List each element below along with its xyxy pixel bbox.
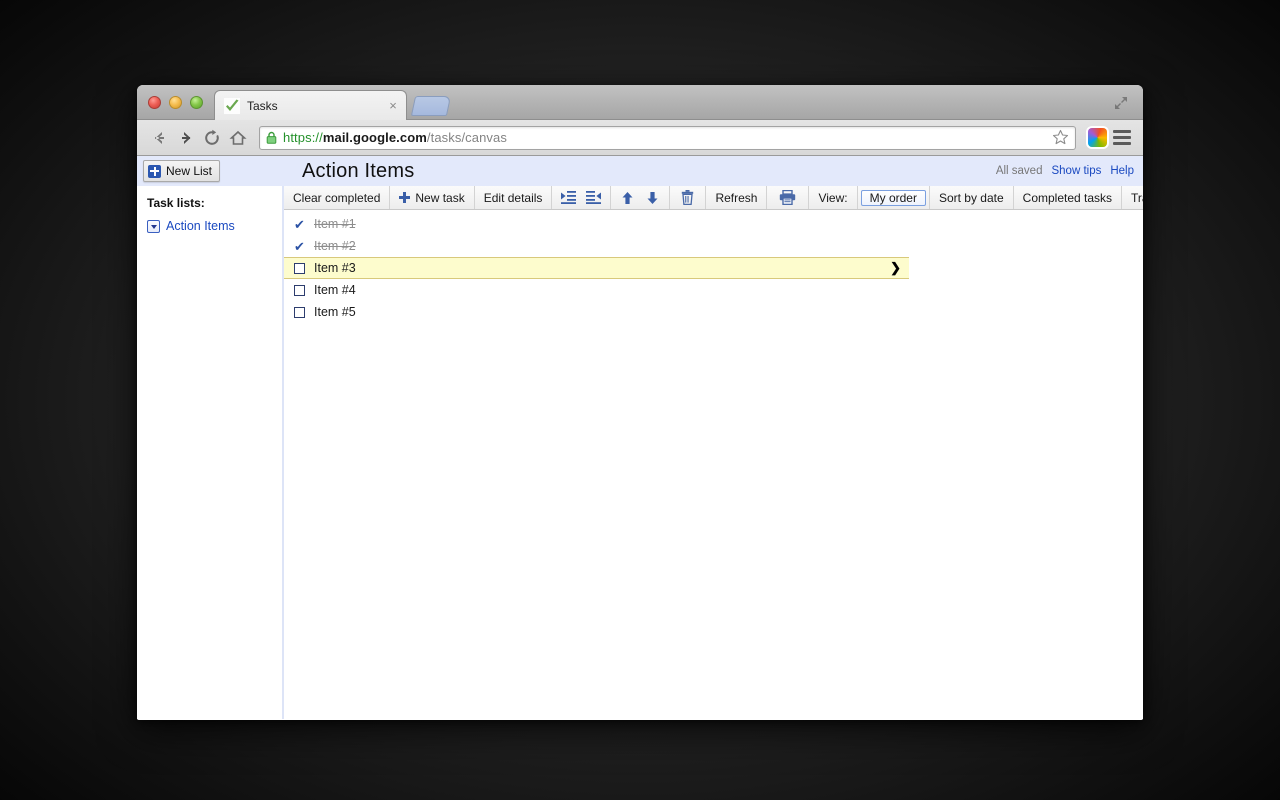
indent-icon[interactable]: [556, 191, 581, 204]
hamburger-menu-icon[interactable]: [1113, 130, 1131, 145]
sidebar: Task lists: Action Items: [137, 186, 284, 719]
url-scheme: https: [283, 130, 312, 145]
checkbox-icon[interactable]: [294, 284, 305, 296]
plus-icon: [148, 164, 161, 178]
tasks-favicon-icon: [224, 97, 240, 114]
show-tips-link[interactable]: Show tips: [1051, 165, 1101, 177]
header-actions: All saved Show tips Help: [996, 165, 1134, 177]
tasks-header-bar: New List Action Items All saved Show tip…: [137, 156, 1143, 186]
status-badge: All saved: [995, 165, 1043, 177]
view-trash-button[interactable]: Trash: [1122, 186, 1143, 209]
view-sort-by-date-button[interactable]: Sort by date: [930, 186, 1014, 209]
lock-icon: [266, 131, 277, 144]
browser-tab-tasks[interactable]: Tasks ×: [214, 90, 407, 120]
browser-window: Tasks × https://mail.google.com/tasks/ca…: [137, 85, 1143, 720]
checkmark-icon[interactable]: ✔: [294, 218, 307, 231]
task-row[interactable]: ✔ Item #2: [284, 235, 1143, 257]
sidebar-item-action-items[interactable]: Action Items: [147, 219, 282, 233]
new-tab-button[interactable]: [410, 96, 452, 116]
window-close-button[interactable]: [148, 96, 161, 109]
move-group: [611, 186, 671, 209]
task-label: Item #5: [314, 305, 356, 319]
outdent-icon[interactable]: [581, 191, 606, 204]
view-completed-tasks-button[interactable]: Completed tasks: [1014, 186, 1123, 209]
task-list: ✔ Item #1 ✔ Item #2 Item #3 ❯ Item #4 It…: [284, 210, 1143, 323]
star-icon[interactable]: [1052, 129, 1069, 146]
url-host: mail.google.com: [322, 130, 427, 145]
task-label: Item #1: [314, 217, 356, 231]
url-path: /tasks/canvas: [426, 130, 507, 145]
view-label: View:: [818, 190, 848, 205]
view-my-order-wrap: My order: [858, 186, 929, 209]
task-row[interactable]: Item #4: [284, 279, 1143, 301]
new-list-label: New List: [166, 164, 213, 178]
task-row-selected[interactable]: Item #3 ❯: [284, 257, 909, 279]
checkmark-icon[interactable]: ✔: [294, 240, 307, 253]
checkbox-icon[interactable]: [294, 306, 305, 318]
new-list-button[interactable]: New List: [143, 160, 221, 182]
checkbox-icon[interactable]: [294, 262, 305, 274]
forward-icon[interactable]: [173, 125, 199, 151]
trash-icon[interactable]: [675, 190, 700, 205]
page-content: New List Action Items All saved Show tip…: [137, 156, 1143, 719]
fullscreen-arrows-icon[interactable]: [1113, 95, 1129, 111]
arrow-down-icon[interactable]: [640, 191, 665, 205]
indent-outdent-group: [552, 186, 612, 209]
cube-extension-icon[interactable]: [1088, 128, 1107, 147]
edit-details-button[interactable]: Edit details: [475, 186, 553, 209]
printer-icon[interactable]: [775, 190, 800, 205]
arrow-up-icon[interactable]: [615, 191, 640, 205]
refresh-button[interactable]: Refresh: [706, 186, 768, 209]
new-task-label: New task: [415, 190, 465, 205]
chevron-right-icon[interactable]: ❯: [890, 260, 901, 276]
sidebar-heading: Task lists:: [147, 196, 205, 210]
window-zoom-button[interactable]: [190, 96, 203, 109]
view-my-order-button[interactable]: My order: [860, 189, 926, 206]
tab-close-icon[interactable]: ×: [386, 99, 400, 113]
task-label: Item #2: [314, 239, 356, 253]
print-button[interactable]: [767, 186, 810, 209]
url-text: https://mail.google.com/tasks/canvas: [283, 130, 507, 145]
new-task-button[interactable]: New task: [390, 186, 475, 209]
sidebar-item-label: Action Items: [166, 219, 235, 233]
tab-title: Tasks: [247, 98, 278, 113]
url-separator: ://: [311, 130, 323, 145]
chevron-down-icon[interactable]: [147, 219, 160, 233]
task-toolbar: Clear completed New task Edit details Re…: [284, 186, 1143, 210]
task-label: Item #4: [314, 283, 356, 297]
tab-strip: Tasks ×: [137, 85, 1143, 120]
plus-icon: [399, 192, 411, 203]
body-split: Task lists: Action Items Clear completed…: [137, 186, 1143, 719]
home-icon[interactable]: [225, 125, 251, 151]
reload-icon[interactable]: [199, 125, 225, 151]
main-pane: Clear completed New task Edit details Re…: [284, 186, 1143, 719]
clear-completed-button[interactable]: Clear completed: [284, 186, 391, 209]
back-icon[interactable]: [147, 125, 173, 151]
page-title: Action Items: [302, 159, 415, 182]
delete-task-button[interactable]: [670, 186, 707, 209]
browser-nav-toolbar: https://mail.google.com/tasks/canvas: [137, 120, 1143, 156]
help-link[interactable]: Help: [1110, 165, 1134, 177]
task-row[interactable]: Item #5: [284, 301, 1143, 323]
address-bar[interactable]: https://mail.google.com/tasks/canvas: [259, 125, 1076, 150]
task-label: Item #3: [314, 261, 356, 275]
task-row[interactable]: ✔ Item #1: [284, 213, 1143, 235]
window-minimize-button[interactable]: [169, 96, 182, 109]
